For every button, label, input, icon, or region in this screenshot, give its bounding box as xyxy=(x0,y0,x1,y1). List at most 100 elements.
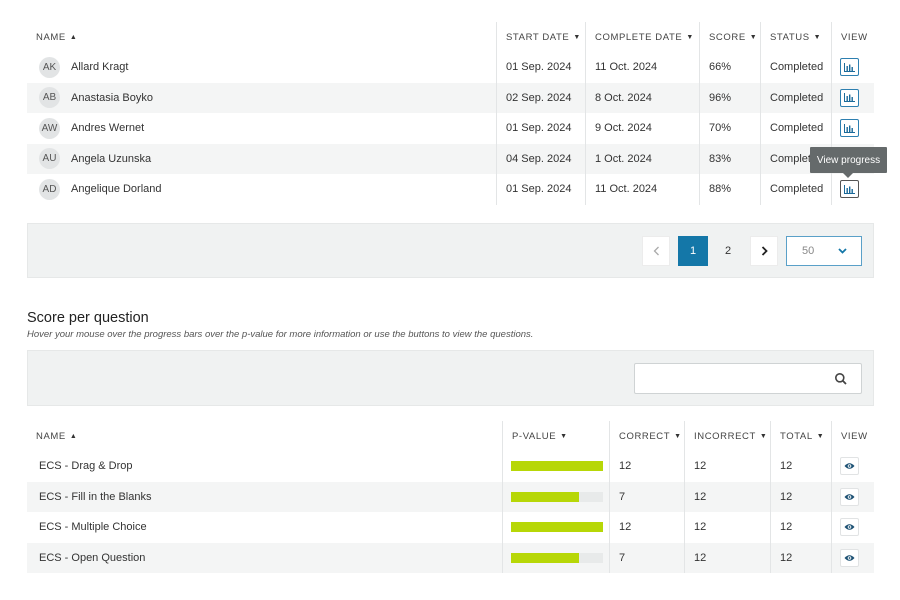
view-progress-button[interactable] xyxy=(840,119,859,138)
bar-chart-icon xyxy=(844,62,855,72)
table-row: ECS - Drag & Drop 12 12 12 xyxy=(27,451,874,482)
correct-cell: 7 xyxy=(609,481,684,512)
view-question-button[interactable] xyxy=(840,518,859,537)
score-cell: 88% xyxy=(699,174,760,205)
view-progress-button[interactable] xyxy=(840,180,859,199)
search-input[interactable] xyxy=(634,363,862,394)
questions-table: NAME ▲ P-VALUE ▼ CORRECT ▼ INCORRECT ▼ TOTAL… xyxy=(27,421,874,573)
page-size-select[interactable]: 50 xyxy=(786,236,862,266)
pvalue-bar[interactable] xyxy=(511,491,603,502)
table-row: ECS - Multiple Choice 12 12 12 xyxy=(27,512,874,543)
participant-name-cell: AB Anastasia Boyko xyxy=(27,83,496,114)
pvalue-cell[interactable] xyxy=(502,451,609,482)
questions-header-row: NAME ▲ P-VALUE ▼ CORRECT ▼ INCORRECT ▼ TOTAL… xyxy=(27,421,874,451)
view-cell xyxy=(831,451,874,482)
avatar: AB xyxy=(39,87,60,109)
column-header-status[interactable]: STATUS ▼ xyxy=(760,22,831,52)
view-cell xyxy=(831,113,874,144)
question-name-cell: ECS - Drag & Drop xyxy=(39,460,133,473)
score-cell: 96% xyxy=(699,82,760,113)
eye-icon xyxy=(844,555,855,561)
complete-date-cell: 1 Oct. 2024 xyxy=(585,143,699,174)
pagination-bar: 1 2 50 xyxy=(27,223,874,278)
participant-name-cell: AW Andres Wernet xyxy=(27,113,496,144)
column-header-score[interactable]: SCORE ▼ xyxy=(699,22,760,52)
column-header-pvalue[interactable]: P-VALUE ▼ xyxy=(502,421,609,451)
score-cell: 83% xyxy=(699,143,760,174)
view-progress-button[interactable] xyxy=(840,58,859,77)
incorrect-cell: 12 xyxy=(684,542,770,573)
table-row: AW Andres Wernet 01 Sep. 2024 9 Oct. 2024 70… xyxy=(27,113,874,144)
table-row: ECS - Open Question 7 12 12 xyxy=(27,542,874,573)
column-header-correct[interactable]: CORRECT ▼ xyxy=(609,421,684,451)
column-header-view: VIEW xyxy=(831,22,874,52)
status-cell: Completed xyxy=(760,52,831,83)
view-progress-tooltip: View progress xyxy=(810,147,887,173)
page-1-button[interactable]: 1 xyxy=(678,236,708,266)
pvalue-bar-fill xyxy=(511,491,580,502)
view-question-button[interactable] xyxy=(840,487,859,506)
start-date-cell: 04 Sep. 2024 xyxy=(496,143,585,174)
table-row: ECS - Fill in the Blanks 7 12 12 xyxy=(27,481,874,512)
pvalue-bar[interactable] xyxy=(511,552,603,563)
bar-chart-icon xyxy=(844,123,855,133)
pvalue-cell[interactable] xyxy=(502,512,609,543)
column-header-total[interactable]: TOTAL ▼ xyxy=(770,421,831,451)
participant-name-cell: AU Angela Uzunska xyxy=(27,144,496,175)
section-subtitle: Hover your mouse over the progress bars … xyxy=(27,329,534,340)
incorrect-cell: 12 xyxy=(684,451,770,482)
pvalue-bar[interactable] xyxy=(511,461,603,472)
correct-cell: 12 xyxy=(609,512,684,543)
score-cell: 70% xyxy=(699,113,760,144)
participant-name: Anastasia Boyko xyxy=(71,91,153,104)
chevron-right-icon xyxy=(761,246,768,256)
total-cell: 12 xyxy=(770,512,831,543)
page-2-button[interactable]: 2 xyxy=(714,236,742,266)
participant-name: Angelique Dorland xyxy=(71,183,162,196)
participants-header-row: NAME ▲ START DATE ▼ COMPLETE DATE ▼ SCORE ▼ … xyxy=(27,22,874,52)
pvalue-cell[interactable] xyxy=(502,481,609,512)
column-header-start-date[interactable]: START DATE ▼ xyxy=(496,22,585,52)
column-header-incorrect[interactable]: INCORRECT ▼ xyxy=(684,421,770,451)
next-page-button[interactable] xyxy=(750,236,778,266)
question-name-cell: ECS - Open Question xyxy=(39,551,146,564)
score-cell: 66% xyxy=(699,52,760,83)
search-bar xyxy=(27,350,874,406)
prev-page-button[interactable] xyxy=(642,236,670,266)
pvalue-cell[interactable] xyxy=(502,542,609,573)
column-header-view: VIEW xyxy=(831,421,874,451)
complete-date-cell: 9 Oct. 2024 xyxy=(585,113,699,144)
complete-date-cell: 11 Oct. 2024 xyxy=(585,174,699,205)
sort-desc-icon: ▼ xyxy=(560,432,568,440)
section-title: Score per question xyxy=(27,310,149,326)
column-header-complete-date[interactable]: COMPLETE DATE ▼ xyxy=(585,22,699,52)
start-date-cell: 01 Sep. 2024 xyxy=(496,52,585,83)
pvalue-bar[interactable] xyxy=(511,522,603,533)
chevron-left-icon xyxy=(653,246,659,256)
view-progress-button[interactable] xyxy=(840,88,859,107)
status-cell: Completed xyxy=(760,82,831,113)
search-icon[interactable] xyxy=(834,372,848,386)
table-row: AU Angela Uzunska 04 Sep. 2024 1 Oct. 2024 8… xyxy=(27,143,874,175)
tooltip-arrow xyxy=(843,173,853,178)
sort-desc-icon: ▼ xyxy=(674,432,682,440)
view-cell xyxy=(831,481,874,512)
participant-name: Allard Kragt xyxy=(71,61,129,74)
table-row: AB Anastasia Boyko 02 Sep. 2024 8 Oct. 2024… xyxy=(27,82,874,114)
eye-icon xyxy=(844,463,855,469)
avatar: AK xyxy=(39,56,60,78)
view-question-button[interactable] xyxy=(840,548,859,567)
complete-date-cell: 11 Oct. 2024 xyxy=(585,52,699,83)
column-header-name[interactable]: NAME ▲ xyxy=(27,22,496,52)
view-cell xyxy=(831,512,874,543)
table-row: AK Allard Kragt 01 Sep. 2024 11 Oct. 2024 66… xyxy=(27,52,874,83)
column-header-name[interactable]: NAME ▲ xyxy=(27,421,502,451)
total-cell: 12 xyxy=(770,481,831,512)
sort-desc-icon: ▼ xyxy=(816,432,825,440)
status-cell: Completed xyxy=(760,113,831,144)
incorrect-cell: 12 xyxy=(684,512,770,543)
bar-chart-icon xyxy=(844,93,855,103)
status-cell: Completed xyxy=(760,174,831,205)
view-question-button[interactable] xyxy=(840,457,859,476)
avatar: AD xyxy=(39,178,60,200)
